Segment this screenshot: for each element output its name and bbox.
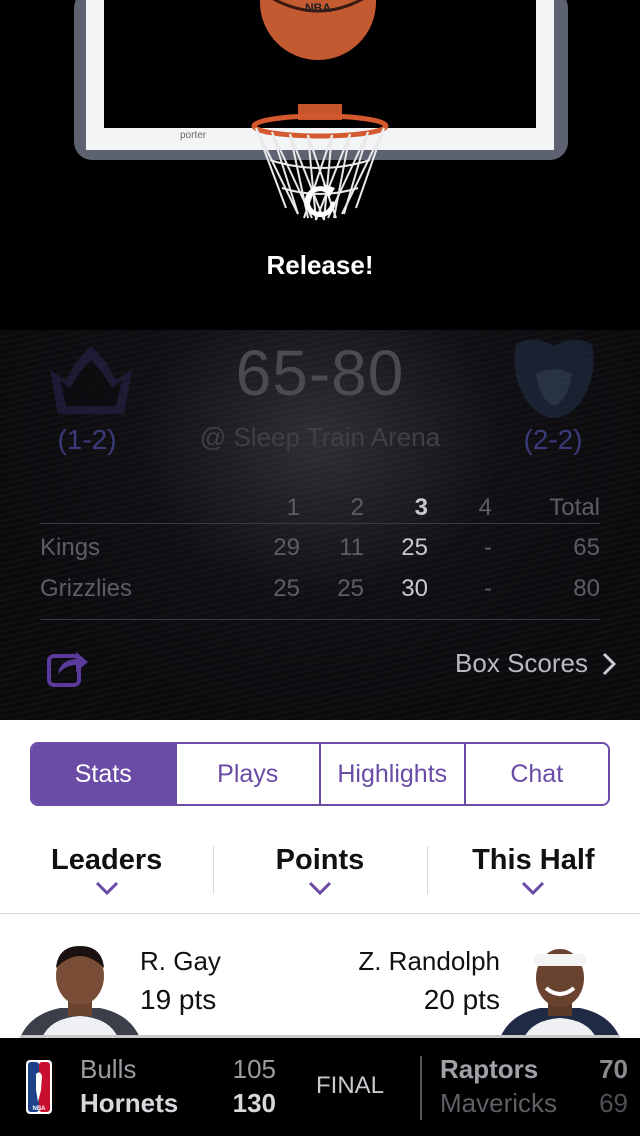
quarter-score: 25 bbox=[401, 534, 428, 561]
share-icon[interactable] bbox=[46, 646, 90, 688]
ticker-score: 105 bbox=[232, 1054, 276, 1084]
table-row: Kings 29 11 25 - 65 bbox=[40, 528, 600, 569]
team-name: Kings bbox=[40, 534, 101, 561]
away-team-record: (2-2) bbox=[523, 424, 583, 455]
table-divider bbox=[40, 619, 600, 620]
chevron-down-icon bbox=[522, 881, 545, 895]
period-filter-dropdown[interactable]: This Half bbox=[427, 842, 640, 914]
chevron-down-icon bbox=[95, 881, 118, 895]
ticker-team: Hornets bbox=[80, 1088, 179, 1118]
ticker-team: Mavericks bbox=[440, 1088, 558, 1118]
leader-card-home[interactable]: R. Gay 19 pts bbox=[20, 928, 300, 1038]
team-name: Grizzlies bbox=[40, 575, 133, 602]
player-points: 19 pts bbox=[140, 984, 217, 1015]
game-header: porter NBA Release! 65-80 (1-2) @ Sleep … bbox=[0, 0, 640, 720]
ticker-separator bbox=[420, 1056, 422, 1120]
table-row: Grizzlies 25 25 30 - 80 bbox=[40, 569, 600, 610]
total-header: Total bbox=[549, 494, 600, 521]
refresh-icon bbox=[304, 184, 336, 218]
quarter-header-row: 1 2 3 4 Total bbox=[40, 488, 600, 524]
chevron-right-icon bbox=[602, 652, 616, 675]
points-filter-dropdown[interactable]: Points bbox=[213, 842, 426, 914]
tab-stats[interactable]: Stats bbox=[32, 744, 177, 804]
player-name: Z. Randolph bbox=[358, 946, 500, 976]
tab-plays[interactable]: Plays bbox=[176, 744, 321, 804]
filter-label: This Half bbox=[472, 844, 595, 876]
nba-logo-icon: NBA bbox=[26, 1060, 52, 1114]
quarter-header: 1 bbox=[286, 494, 300, 521]
quarter-score: 25 bbox=[337, 575, 364, 602]
ball-brand-text: NBA bbox=[305, 1, 331, 15]
score-ticker[interactable]: NBA Bulls 105 Hornets 130 FINAL Raptors … bbox=[0, 1038, 640, 1136]
chevron-down-icon bbox=[308, 881, 332, 895]
filter-separator bbox=[427, 846, 428, 894]
ticker-score: 69 bbox=[599, 1088, 628, 1118]
quarter-header: 4 bbox=[478, 494, 492, 521]
total-score: 65 bbox=[573, 534, 600, 561]
player-points: 20 pts bbox=[423, 984, 500, 1015]
ticker-game-status: FINAL bbox=[316, 1072, 385, 1099]
svg-text:NBA: NBA bbox=[33, 1106, 47, 1112]
pull-to-refresh-status: Release! bbox=[266, 250, 374, 280]
section-divider bbox=[0, 913, 640, 914]
quarter-score: 25 bbox=[273, 575, 300, 602]
quarter-score: 30 bbox=[401, 575, 428, 602]
hoop-brand-text: porter bbox=[180, 130, 207, 141]
player-avatar bbox=[500, 949, 620, 1038]
player-avatar bbox=[20, 946, 140, 1038]
box-scores-link[interactable]: Box Scores bbox=[455, 648, 616, 679]
ticker-score: 130 bbox=[232, 1088, 276, 1118]
stat-filters: Leaders Points This Half bbox=[0, 842, 640, 914]
quarter-header-current: 3 bbox=[414, 494, 428, 521]
game-detail-panel: Stats Plays Highlights Chat Leaders Poin… bbox=[0, 720, 640, 1038]
tab-chat[interactable]: Chat bbox=[465, 744, 608, 804]
player-name: R. Gay bbox=[140, 946, 221, 976]
box-scores-label: Box Scores bbox=[455, 648, 588, 678]
filter-label: Points bbox=[275, 844, 365, 876]
segmented-tabs: Stats Plays Highlights Chat bbox=[30, 742, 610, 806]
leaders-filter-dropdown[interactable]: Leaders bbox=[0, 842, 213, 914]
quarter-header: 2 bbox=[350, 494, 364, 521]
quarter-score: - bbox=[484, 575, 492, 602]
filter-separator bbox=[213, 846, 214, 894]
leader-card-away[interactable]: Z. Randolph 20 pts bbox=[340, 928, 620, 1038]
tab-highlights[interactable]: Highlights bbox=[321, 744, 466, 804]
quarter-score: - bbox=[484, 534, 492, 561]
quarter-score: 11 bbox=[339, 534, 364, 561]
ticker-team: Bulls bbox=[80, 1054, 137, 1084]
quarter-score-table: 1 2 3 4 Total Kings 29 11 25 - 65 Grizzl… bbox=[40, 488, 600, 610]
ticker-score: 70 bbox=[599, 1054, 628, 1084]
filter-label: Leaders bbox=[51, 844, 163, 876]
ticker-team: Raptors bbox=[440, 1054, 539, 1084]
quarter-score: 29 bbox=[273, 534, 300, 561]
game-score: 65-80 bbox=[235, 337, 405, 409]
total-score: 80 bbox=[573, 575, 600, 602]
